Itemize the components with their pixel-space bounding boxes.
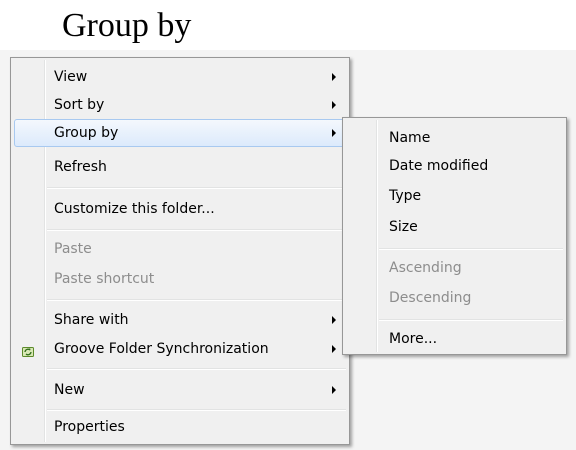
menu-separator <box>47 299 346 301</box>
menu-item-groove-sync[interactable]: Groove Folder Synchronization <box>14 335 346 363</box>
menu-item-label: Customize this folder... <box>54 201 215 217</box>
submenu-item-more[interactable]: More... <box>346 325 563 353</box>
menu-item-label: Type <box>389 188 422 204</box>
menu-separator <box>47 368 346 370</box>
submenu-item-ascending[interactable]: Ascending <box>346 254 563 282</box>
menu-item-label: Paste <box>54 241 92 257</box>
submenu-item-size[interactable]: Size <box>346 213 563 241</box>
menu-item-share-with[interactable]: Share with <box>14 306 346 334</box>
page-heading: Group by <box>62 7 192 44</box>
menu-item-group-by[interactable]: Group by <box>14 119 346 147</box>
menu-item-label: View <box>54 69 88 85</box>
menu-item-label: Sort by <box>54 97 105 113</box>
groove-sync-icon <box>22 341 36 357</box>
menu-item-new[interactable]: New <box>14 376 346 404</box>
chevron-right-icon <box>332 101 336 109</box>
chevron-right-icon <box>332 345 336 353</box>
chevron-right-icon <box>332 316 336 324</box>
menu-item-sort-by[interactable]: Sort by <box>14 91 346 119</box>
group-by-submenu: Name Date modified Type Size Ascending D… <box>342 117 567 355</box>
menu-item-label: Paste shortcut <box>54 271 155 287</box>
menu-item-view[interactable]: View <box>14 63 346 91</box>
chevron-right-icon <box>332 73 336 81</box>
submenu-item-type[interactable]: Type <box>346 182 563 210</box>
menu-item-label: Share with <box>54 312 129 328</box>
menu-item-label: Date modified <box>389 158 489 174</box>
menu-item-label: Ascending <box>389 260 462 276</box>
menu-item-label: New <box>54 382 85 398</box>
menu-separator <box>47 229 346 231</box>
context-menu: View Sort by Group by Refresh Customize … <box>10 57 350 445</box>
menu-item-customize-folder[interactable]: Customize this folder... <box>14 195 346 223</box>
menu-item-properties[interactable]: Properties <box>14 413 346 441</box>
menu-item-paste-shortcut[interactable]: Paste shortcut <box>14 265 346 293</box>
menu-item-refresh[interactable]: Refresh <box>14 153 346 181</box>
menu-item-label: Descending <box>389 290 472 306</box>
menu-separator <box>379 248 563 250</box>
menu-item-label: More... <box>389 331 438 347</box>
menu-item-paste[interactable]: Paste <box>14 235 346 263</box>
chevron-right-icon <box>332 129 336 137</box>
submenu-item-date-modified[interactable]: Date modified <box>346 152 563 180</box>
menu-item-label: Groove Folder Synchronization <box>54 341 269 357</box>
menu-separator <box>379 319 563 321</box>
menu-item-label: Properties <box>54 419 125 435</box>
menu-item-label: Refresh <box>54 159 107 175</box>
menu-separator <box>47 409 346 411</box>
menu-item-label: Group by <box>54 125 119 141</box>
chevron-right-icon <box>332 386 336 394</box>
menu-item-label: Size <box>389 219 418 235</box>
menu-item-label: Name <box>389 130 431 146</box>
submenu-item-name[interactable]: Name <box>346 124 563 152</box>
menu-separator <box>47 187 346 189</box>
submenu-item-descending[interactable]: Descending <box>346 284 563 312</box>
